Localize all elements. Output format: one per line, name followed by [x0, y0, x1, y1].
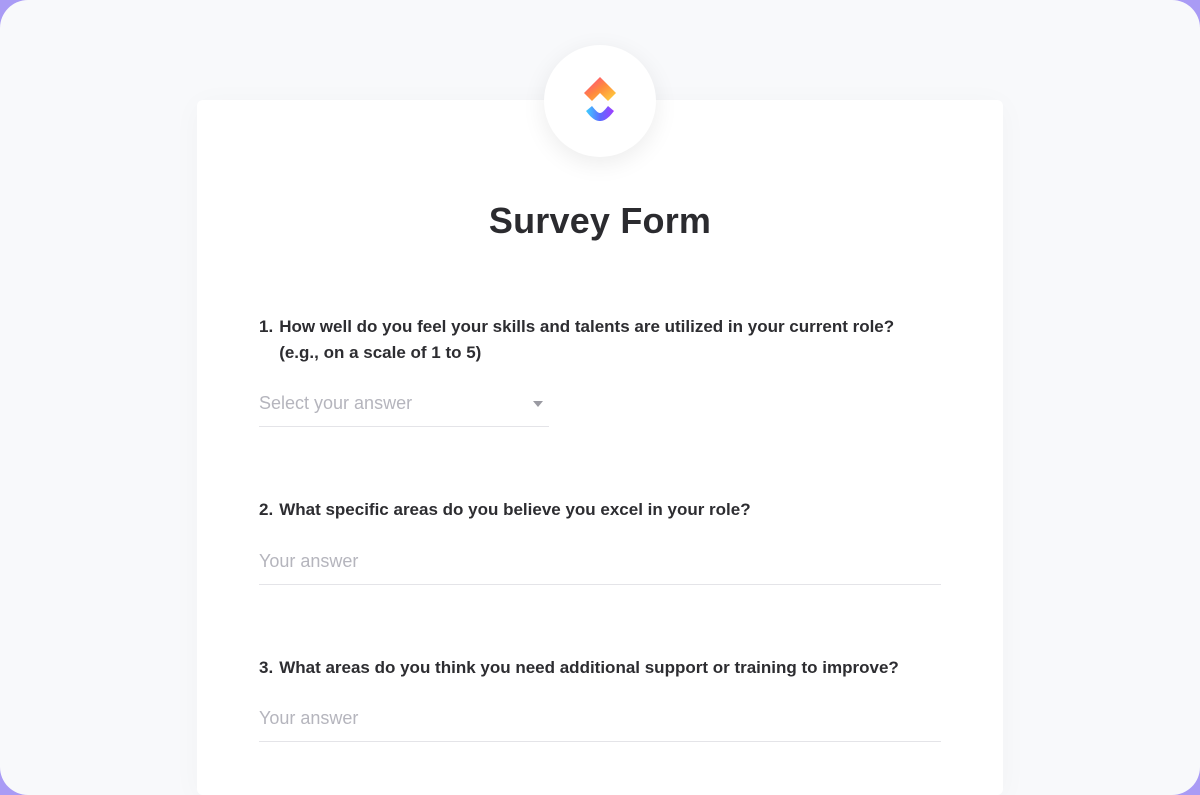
question-1-text: How well do you feel your skills and tal… [279, 317, 894, 336]
question-1-number: 1. [259, 314, 273, 365]
question-1-hint: (e.g., on a scale of 1 to 5) [279, 340, 941, 366]
question-3-text: What areas do you think you need additio… [279, 658, 899, 677]
question-3-number: 3. [259, 655, 273, 681]
question-3-input[interactable] [259, 702, 941, 742]
page-background: Survey Form 1. How well do you feel your… [0, 0, 1200, 795]
caret-down-icon [533, 401, 543, 407]
question-1-label: 1. How well do you feel your skills and … [259, 314, 941, 365]
question-3-label: 3. What areas do you think you need addi… [259, 655, 941, 681]
survey-form-card: Survey Form 1. How well do you feel your… [197, 100, 1003, 795]
question-2: 2. What specific areas do you believe yo… [259, 497, 941, 585]
logo-badge [544, 45, 656, 157]
question-1: 1. How well do you feel your skills and … [259, 314, 941, 427]
clickup-icon [578, 73, 622, 130]
select-placeholder: Select your answer [259, 393, 533, 414]
question-2-number: 2. [259, 497, 273, 523]
question-2-label: 2. What specific areas do you believe yo… [259, 497, 941, 523]
question-2-input[interactable] [259, 545, 941, 585]
question-1-select[interactable]: Select your answer [259, 387, 549, 427]
question-3: 3. What areas do you think you need addi… [259, 655, 941, 743]
question-2-text: What specific areas do you believe you e… [279, 500, 750, 519]
